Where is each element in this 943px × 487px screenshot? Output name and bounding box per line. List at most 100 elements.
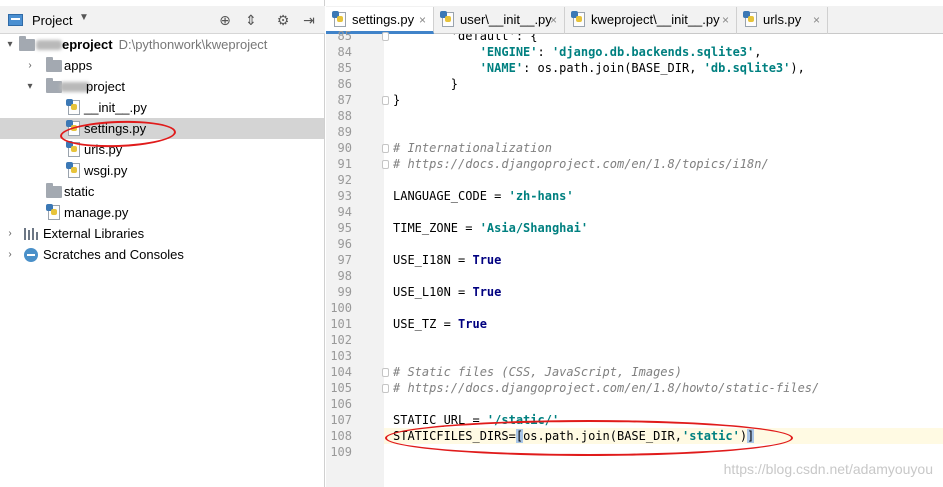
code-token: # https://docs.djangoproject.com/en/1.8/… xyxy=(393,157,769,171)
tree-item-apps[interactable]: › apps xyxy=(0,55,324,76)
tree-item-label: manage.py xyxy=(64,205,129,220)
code-line[interactable]: LANGUAGE_CODE = 'zh-hans' xyxy=(384,188,943,204)
project-panel-header: Project ▼ ⊕ ⇕ ⚙ ⇥ xyxy=(0,6,325,34)
code-line[interactable]: # https://docs.djangoproject.com/en/1.8/… xyxy=(384,380,943,396)
tree-item-label: __init__.py xyxy=(84,100,147,115)
project-view-title[interactable]: Project xyxy=(32,13,72,28)
chevron-down-icon[interactable]: ▾ xyxy=(24,76,36,97)
close-icon[interactable]: × xyxy=(722,7,729,33)
code-line[interactable] xyxy=(384,236,943,252)
line-number: 94 xyxy=(337,205,352,219)
code-token: # Static files (CSS, JavaScript, Images) xyxy=(393,365,682,379)
line-number: 95 xyxy=(337,221,352,235)
code-token: 'Asia/Shanghai' xyxy=(479,221,589,235)
hide-icon[interactable]: ⇥ xyxy=(300,11,318,29)
code-token: } xyxy=(393,93,401,107)
code-token: : os.path.join(BASE_DIR, xyxy=(523,61,704,75)
code-line[interactable] xyxy=(384,332,943,348)
collapse-icon[interactable]: ⇕ xyxy=(242,11,260,29)
chevron-down-icon[interactable]: ▾ xyxy=(4,34,16,55)
close-icon[interactable]: × xyxy=(419,7,426,33)
line-number: 88 xyxy=(337,109,352,123)
tree-item-wsgi-py[interactable]: wsgi.py xyxy=(0,160,324,181)
tree-item-scratches[interactable]: › Scratches and Consoles xyxy=(0,244,324,265)
tree-item-manage-py[interactable]: manage.py xyxy=(0,202,324,223)
tab-urls-py[interactable]: urls.py × xyxy=(737,7,828,34)
library-icon xyxy=(24,228,38,240)
tab-kweproject-init-py[interactable]: kweproject\__init__.py × xyxy=(565,7,737,34)
chevron-right-icon[interactable]: › xyxy=(4,223,16,244)
code-line[interactable]: # Internationalization xyxy=(384,140,943,156)
tree-item-label: wsgi.py xyxy=(84,163,128,178)
code-line[interactable]: } xyxy=(384,92,943,108)
code-line[interactable] xyxy=(384,396,943,412)
code-token: LANGUAGE_CODE = xyxy=(393,189,509,203)
code-line[interactable]: 'ENGINE': 'django.db.backends.sqlite3', xyxy=(384,44,943,60)
folder-icon xyxy=(46,57,62,72)
code-line[interactable]: 'NAME': os.path.join(BASE_DIR, 'db.sqlit… xyxy=(384,60,943,76)
code-line[interactable] xyxy=(384,108,943,124)
project-panel: Project ▼ ⊕ ⇕ ⚙ ⇥ ▾ eproject D:\pythonwor… xyxy=(0,0,325,487)
tree-item-urls-py[interactable]: urls.py xyxy=(0,139,324,160)
locate-icon[interactable]: ⊕ xyxy=(216,11,234,29)
code-line[interactable]: # Static files (CSS, JavaScript, Images) xyxy=(384,364,943,380)
tree-item-init-py[interactable]: __init__.py xyxy=(0,97,324,118)
tree-root-label: eproject xyxy=(62,37,113,52)
code-line[interactable]: # https://docs.djangoproject.com/en/1.8/… xyxy=(384,156,943,172)
tab-label: kweproject\__init__.py xyxy=(591,12,720,27)
code-line[interactable]: TIME_ZONE = 'Asia/Shanghai' xyxy=(384,220,943,236)
line-number: 101 xyxy=(330,317,352,331)
code-line[interactable]: USE_TZ = True xyxy=(384,316,943,332)
code-editor-area[interactable]: 'default': { 'ENGINE': 'django.db.backen… xyxy=(384,34,943,487)
code-token: : xyxy=(537,45,552,59)
code-token: 'ENGINE' xyxy=(479,45,538,59)
line-number: 85 xyxy=(337,61,352,75)
folder-icon xyxy=(46,183,62,198)
code-line[interactable]: } xyxy=(384,76,943,92)
code-token: 'NAME' xyxy=(479,61,524,75)
tab-label: settings.py xyxy=(352,12,415,27)
tree-root-project[interactable]: ▾ eproject D:\pythonwork\kweproject xyxy=(0,34,324,55)
code-line[interactable]: USE_I18N = True xyxy=(384,252,943,268)
line-number: 89 xyxy=(337,125,352,139)
code-line[interactable] xyxy=(384,204,943,220)
line-number: 103 xyxy=(330,349,352,363)
code-token: 'db.sqlite3' xyxy=(703,61,791,75)
python-file-icon xyxy=(571,11,585,27)
tree-item-external-libraries[interactable]: › External Libraries xyxy=(0,223,324,244)
project-view-icon xyxy=(8,14,23,26)
code-line[interactable] xyxy=(384,268,943,284)
gear-icon[interactable]: ⚙ xyxy=(274,11,292,29)
code-token: } xyxy=(393,77,459,91)
tree-item-project[interactable]: ▾ project xyxy=(0,76,324,97)
line-number: 105 xyxy=(330,381,352,395)
line-number: 84 xyxy=(337,45,352,59)
line-number: 85 xyxy=(337,29,352,43)
code-token: 'django.db.backends.sqlite3' xyxy=(551,45,755,59)
tree-item-label: project xyxy=(86,79,126,94)
code-line[interactable] xyxy=(384,348,943,364)
chevron-right-icon[interactable]: › xyxy=(4,244,16,265)
tree-item-label: Scratches and Consoles xyxy=(43,247,184,262)
code-line[interactable]: USE_L10N = True xyxy=(384,284,943,300)
close-icon[interactable]: × xyxy=(550,7,557,33)
tree-item-static[interactable]: static xyxy=(0,181,324,202)
code-line[interactable]: 'default': { xyxy=(384,34,943,44)
python-file-icon xyxy=(66,162,80,178)
chevron-down-icon[interactable]: ▼ xyxy=(79,12,89,23)
line-number: 86 xyxy=(337,77,352,91)
code-line[interactable] xyxy=(384,124,943,140)
code-line[interactable] xyxy=(384,300,943,316)
code-line[interactable] xyxy=(384,172,943,188)
editor: settings.py × user\__init__.py × kweproj… xyxy=(326,0,943,487)
line-number: 92 xyxy=(337,173,352,187)
chevron-right-icon[interactable]: › xyxy=(24,55,36,76)
tab-user-init-py[interactable]: user\__init__.py × xyxy=(434,7,565,34)
tab-label: user\__init__.py xyxy=(460,12,552,27)
close-icon[interactable]: × xyxy=(813,7,820,33)
line-number: 102 xyxy=(330,333,352,347)
folder-icon xyxy=(19,36,35,51)
line-number: 104 xyxy=(330,365,352,379)
